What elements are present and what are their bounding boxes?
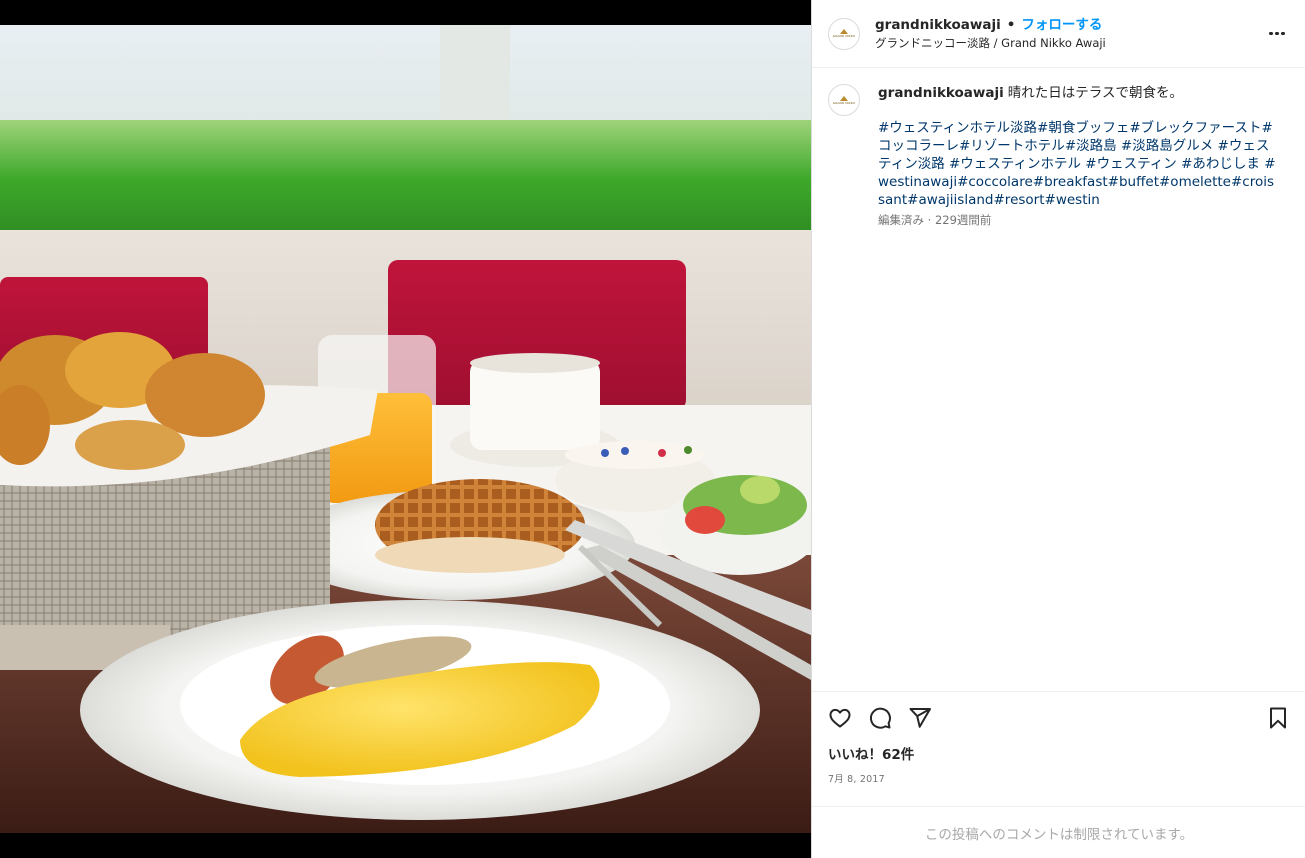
more-dot <box>1269 31 1273 36</box>
likes-count[interactable]: いいね！62件 <box>812 745 1305 765</box>
post-media[interactable] <box>0 0 811 858</box>
post-photo <box>0 25 811 833</box>
hashtag-link[interactable]: #awajiisland <box>907 192 993 208</box>
post-date[interactable]: 7月 8, 2017 <box>812 773 1305 787</box>
header-meta: grandnikkoawaji • フォローする グランドニッコー淡路 / Gr… <box>875 16 1265 51</box>
hashtag-link[interactable]: #buffet <box>1108 174 1159 190</box>
hashtag-link[interactable]: #朝食ブッフェ <box>1037 120 1129 136</box>
avatar-logo-text: GRAND NIKKO <box>832 34 856 38</box>
hashtag-link[interactable]: #ウェスティンホテル淡路 <box>878 120 1037 136</box>
caption-avatar[interactable]: GRAND NIKKO <box>828 84 860 116</box>
header-line: grandnikkoawaji • フォローする <box>875 16 1265 34</box>
hashtag-link[interactable]: #リゾートホテル <box>959 138 1065 154</box>
hashtag-link[interactable]: #westin <box>1045 192 1100 208</box>
caption-username[interactable]: grandnikkoawaji <box>878 85 1004 101</box>
actions-section: いいね！62件 7月 8, 2017 <box>812 691 1305 787</box>
send-icon[interactable] <box>907 705 933 731</box>
avatar[interactable]: GRAND NIKKO <box>828 17 860 50</box>
post-dialog: GRAND NIKKO grandnikkoawaji • フォローする グラン… <box>0 0 1305 858</box>
hashtag-link[interactable]: #ブレックファースト <box>1129 120 1261 136</box>
action-bar <box>812 692 1305 744</box>
hashtag-link[interactable]: #淡路島グルメ <box>1121 138 1218 154</box>
separator-dot: • <box>1006 17 1016 33</box>
hashtag-link[interactable]: #breakfast <box>1033 174 1108 190</box>
caption: GRAND NIKKO grandnikkoawaji 晴れた日はテラスで朝食を。… <box>812 68 1305 228</box>
comment-icon[interactable] <box>867 705 893 731</box>
hashtag-list: #ウェスティンホテル淡路#朝食ブッフェ#ブレックファースト#コッコラーレ#リゾー… <box>878 119 1278 209</box>
heart-icon[interactable] <box>827 705 853 731</box>
avatar-logo: GRAND NIKKO <box>833 93 855 107</box>
caption-body: grandnikkoawaji 晴れた日はテラスで朝食を。 #ウェスティンホテル淡… <box>878 84 1278 228</box>
post-header: GRAND NIKKO grandnikkoawaji • フォローする グラン… <box>812 0 1305 68</box>
comments-disabled-notice: この投稿へのコメントは制限されています。 <box>812 806 1305 858</box>
hashtag-link[interactable]: #ウェスティンホテル <box>949 156 1085 172</box>
follow-button[interactable]: フォローする <box>1021 16 1102 34</box>
more-dot <box>1281 31 1285 36</box>
hashtag-link[interactable]: #あわじしま <box>1181 156 1264 172</box>
caption-text: 晴れた日はテラスで朝食を。 <box>1007 85 1183 101</box>
hashtag-link[interactable]: #resort <box>994 192 1045 208</box>
username-link[interactable]: grandnikkoawaji <box>875 16 1001 34</box>
hashtag-link[interactable]: #ウェスティン <box>1085 156 1181 172</box>
bookmark-icon[interactable] <box>1265 705 1291 731</box>
location-link[interactable]: グランドニッコー淡路 / Grand Nikko Awaji <box>875 35 1265 51</box>
avatar-logo: GRAND NIKKO <box>833 27 855 41</box>
avatar-logo-text: GRAND NIKKO <box>832 100 856 105</box>
caption-meta: 編集済み · 229週間前 <box>878 213 992 227</box>
caption-text-line: grandnikkoawaji 晴れた日はテラスで朝食を。 <box>878 84 1278 102</box>
more-options-icon[interactable] <box>1265 22 1289 46</box>
hashtag-link[interactable]: #coccolare <box>957 174 1033 190</box>
hashtag-link[interactable]: #omelette <box>1159 174 1231 190</box>
more-dot <box>1275 31 1279 36</box>
post-side-panel: GRAND NIKKO grandnikkoawaji • フォローする グラン… <box>811 0 1305 858</box>
hashtag-link[interactable]: #淡路島 <box>1065 138 1121 154</box>
